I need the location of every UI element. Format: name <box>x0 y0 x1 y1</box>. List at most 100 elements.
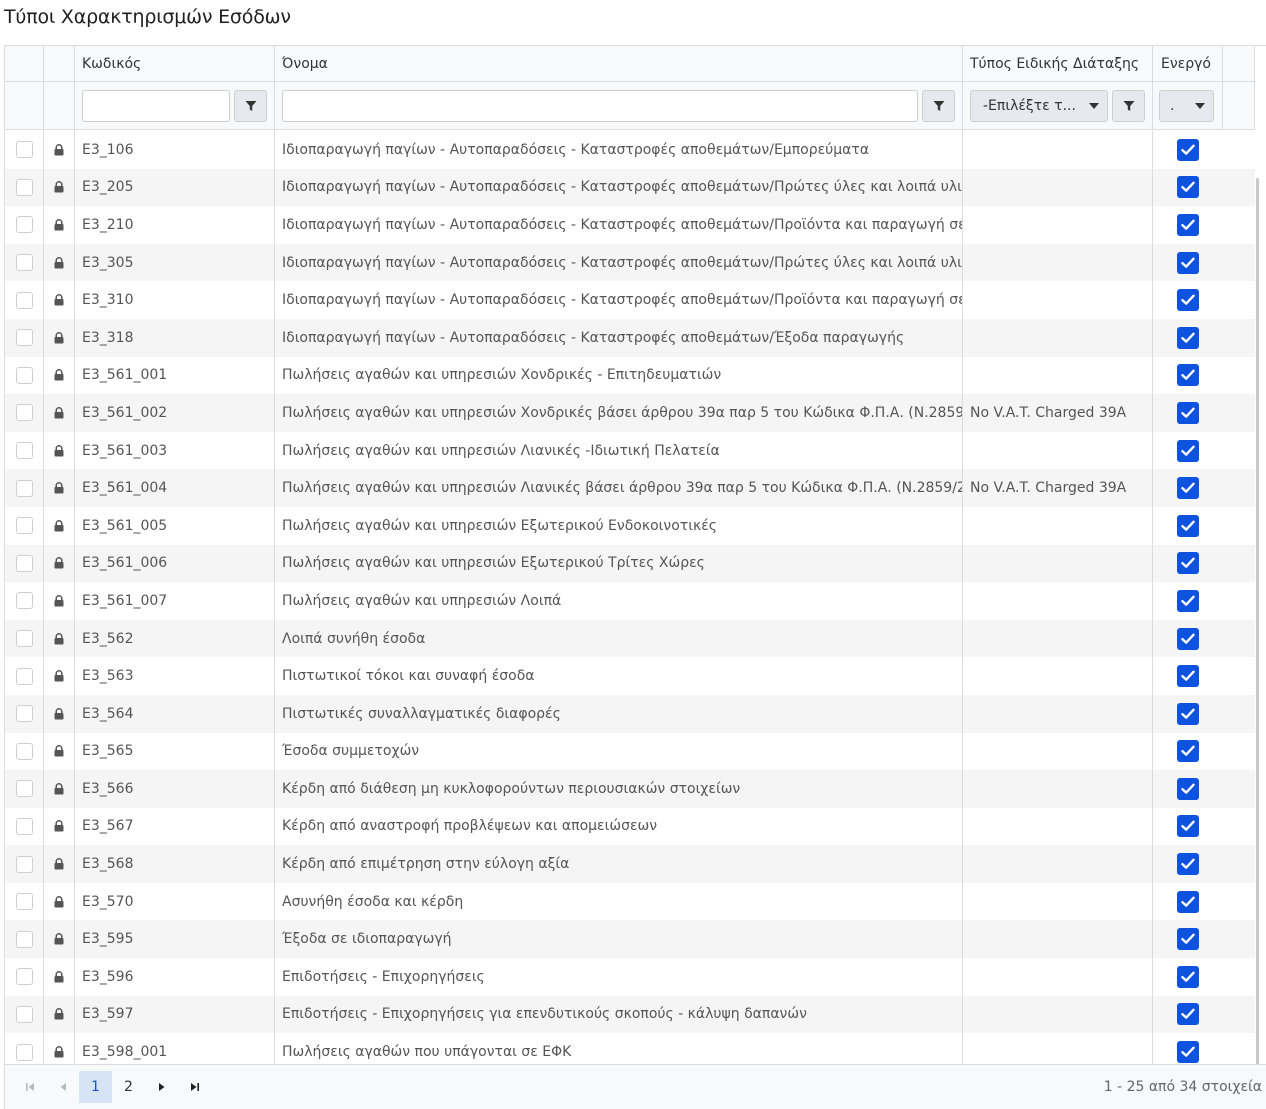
pager-page-2[interactable]: 2 <box>112 1071 145 1103</box>
pager-next-button[interactable] <box>145 1071 178 1103</box>
row-select-checkbox[interactable] <box>15 554 33 572</box>
filter-active-select[interactable]: . <box>1159 89 1214 122</box>
filter-special-type-select[interactable]: -Επιλέξτε τ... <box>970 89 1108 122</box>
row-select-checkbox[interactable] <box>15 216 33 234</box>
row-active-checkbox[interactable] <box>1177 138 1199 161</box>
row-select-checkbox[interactable] <box>15 630 33 648</box>
vertical-scrollbar[interactable] <box>1256 178 1259 1100</box>
row-active-checkbox[interactable] <box>1177 890 1199 913</box>
row-active-checkbox[interactable] <box>1177 552 1199 575</box>
row-select-checkbox[interactable] <box>15 855 33 873</box>
row-active-checkbox[interactable] <box>1177 364 1199 387</box>
row-select-checkbox[interactable] <box>15 1043 33 1061</box>
table-row[interactable]: E3_106 Ιδιοπαραγωγή παγίων - Αυτοπαραδόσε… <box>5 131 1255 169</box>
row-select-checkbox[interactable] <box>15 968 33 986</box>
column-header-active[interactable]: Ενεργό <box>1153 46 1223 81</box>
row-active-checkbox[interactable] <box>1177 176 1199 199</box>
table-row[interactable]: E3_562 Λοιπά συνήθη έσοδα <box>5 619 1255 658</box>
row-select-checkbox[interactable] <box>15 291 33 309</box>
row-select-checkbox[interactable] <box>15 178 33 196</box>
table-row[interactable]: E3_566 Κέρδη από διάθεση μη κυκλοφορούντω… <box>5 770 1255 808</box>
row-special-type: No V.A.T. Charged 39A <box>963 469 1153 507</box>
row-select-checkbox[interactable] <box>15 817 33 835</box>
column-header-code[interactable]: Κωδικός <box>75 46 275 81</box>
row-active-checkbox[interactable] <box>1177 213 1199 236</box>
table-row[interactable]: E3_564 Πιστωτικές συναλλαγματικές διαφορέ… <box>5 694 1255 733</box>
table-row[interactable]: E3_598_001 Πωλήσεις αγαθών που υπάγονται … <box>5 1033 1255 1065</box>
row-active-checkbox[interactable] <box>1177 514 1199 537</box>
table-row[interactable]: E3_565 Έσοδα συμμετοχών <box>5 732 1255 771</box>
row-active-checkbox[interactable] <box>1177 777 1199 800</box>
filter-name-input[interactable] <box>282 89 918 122</box>
pager-first-button[interactable] <box>13 1071 46 1103</box>
row-active-checkbox[interactable] <box>1177 326 1199 349</box>
row-active-checkbox[interactable] <box>1177 439 1199 462</box>
row-select-checkbox[interactable] <box>15 667 33 685</box>
row-select-checkbox[interactable] <box>15 442 33 460</box>
row-active-checkbox[interactable] <box>1177 665 1199 688</box>
row-active-checkbox[interactable] <box>1177 1041 1199 1064</box>
row-spacer <box>1223 657 1255 695</box>
filter-code-button[interactable] <box>234 89 267 122</box>
table-row[interactable]: E3_305 Ιδιοπαραγωγή παγίων - Αυτοπαραδόσε… <box>5 243 1255 282</box>
row-select-checkbox[interactable] <box>15 141 33 159</box>
row-active-checkbox[interactable] <box>1177 965 1199 988</box>
row-lock-cell <box>44 882 75 921</box>
row-select-checkbox[interactable] <box>15 479 33 497</box>
row-select-checkbox[interactable] <box>15 404 33 422</box>
row-active-checkbox[interactable] <box>1177 815 1199 838</box>
row-select-checkbox[interactable] <box>15 517 33 535</box>
row-active-checkbox[interactable] <box>1177 477 1199 500</box>
header-lock-cell <box>44 46 75 81</box>
table-row[interactable]: E3_561_007 Πωλήσεις αγαθών και υπηρεσιών … <box>5 582 1255 620</box>
table-row[interactable]: E3_310 Ιδιοπαραγωγή παγίων - Αυτοπαραδόσε… <box>5 281 1255 319</box>
row-code: E3_561_002 <box>75 394 275 432</box>
row-select-checkbox[interactable] <box>15 592 33 610</box>
row-active-checkbox[interactable] <box>1177 702 1199 725</box>
row-active-checkbox[interactable] <box>1177 740 1199 763</box>
pager-prev-button[interactable] <box>46 1071 79 1103</box>
table-row[interactable]: E3_210 Ιδιοπαραγωγή παγίων - Αυτοπαραδόσε… <box>5 206 1255 244</box>
row-active-checkbox[interactable] <box>1177 251 1199 274</box>
row-active-checkbox[interactable] <box>1177 401 1199 424</box>
row-select-checkbox[interactable] <box>15 366 33 384</box>
row-select-checkbox[interactable] <box>15 1005 33 1023</box>
row-select-checkbox[interactable] <box>15 780 33 798</box>
table-row[interactable]: E3_567 Κέρδη από αναστροφή προβλέψεων και… <box>5 807 1255 846</box>
table-row[interactable]: E3_570 Ασυνήθη έσοδα και κέρδη <box>5 882 1255 921</box>
filter-code-input[interactable] <box>82 89 230 122</box>
table-row[interactable]: E3_597 Επιδοτήσεις - Επιχορηγήσεις για επ… <box>5 995 1255 1034</box>
row-active-checkbox[interactable] <box>1177 289 1199 312</box>
filter-name-button[interactable] <box>922 89 955 122</box>
row-active-checkbox[interactable] <box>1177 1003 1199 1026</box>
table-row[interactable]: E3_561_004 Πωλήσεις αγαθών και υπηρεσιών … <box>5 469 1255 507</box>
row-code: E3_568 <box>75 845 275 883</box>
row-select-checkbox[interactable] <box>15 705 33 723</box>
row-select-checkbox[interactable] <box>15 742 33 760</box>
table-row[interactable]: E3_596 Επιδοτήσεις - Επιχορηγήσεις <box>5 958 1255 996</box>
table-row[interactable]: E3_561_001 Πωλήσεις αγαθών και υπηρεσιών … <box>5 356 1255 395</box>
column-header-name[interactable]: Όνομα <box>275 46 963 81</box>
row-active-checkbox[interactable] <box>1177 928 1199 951</box>
table-row[interactable]: E3_563 Πιστωτικοί τόκοι και συναφή έσοδα <box>5 657 1255 695</box>
row-name: Επιδοτήσεις - Επιχορηγήσεις για επενδυτι… <box>275 995 963 1034</box>
column-header-special-type[interactable]: Τύπος Ειδικής Διάταξης <box>963 46 1153 81</box>
row-select-checkbox[interactable] <box>15 930 33 948</box>
row-select-checkbox[interactable] <box>15 254 33 272</box>
table-row[interactable]: E3_561_006 Πωλήσεις αγαθών και υπηρεσιών … <box>5 544 1255 583</box>
table-row[interactable]: E3_561_002 Πωλήσεις αγαθών και υπηρεσιών … <box>5 394 1255 432</box>
table-row[interactable]: E3_568 Κέρδη από επιμέτρηση στην εύλογη α… <box>5 845 1255 883</box>
row-select-checkbox[interactable] <box>15 893 33 911</box>
row-active-checkbox[interactable] <box>1177 627 1199 650</box>
table-row[interactable]: E3_561_003 Πωλήσεις αγαθών και υπηρεσιών … <box>5 431 1255 470</box>
table-row[interactable]: E3_595 Έξοδα σε ιδιοπαραγωγή <box>5 920 1255 959</box>
pager-page-1[interactable]: 1 <box>79 1071 112 1103</box>
table-row[interactable]: E3_205 Ιδιοπαραγωγή παγίων - Αυτοπαραδόσε… <box>5 168 1255 207</box>
filter-special-type-button[interactable] <box>1112 89 1145 122</box>
table-row[interactable]: E3_318 Ιδιοπαραγωγή παγίων - Αυτοπαραδόσε… <box>5 318 1255 357</box>
row-active-checkbox[interactable] <box>1177 853 1199 876</box>
row-select-checkbox[interactable] <box>15 329 33 347</box>
row-active-checkbox[interactable] <box>1177 589 1199 612</box>
table-row[interactable]: E3_561_005 Πωλήσεις αγαθών και υπηρεσιών … <box>5 506 1255 545</box>
pager-last-button[interactable] <box>178 1071 211 1103</box>
